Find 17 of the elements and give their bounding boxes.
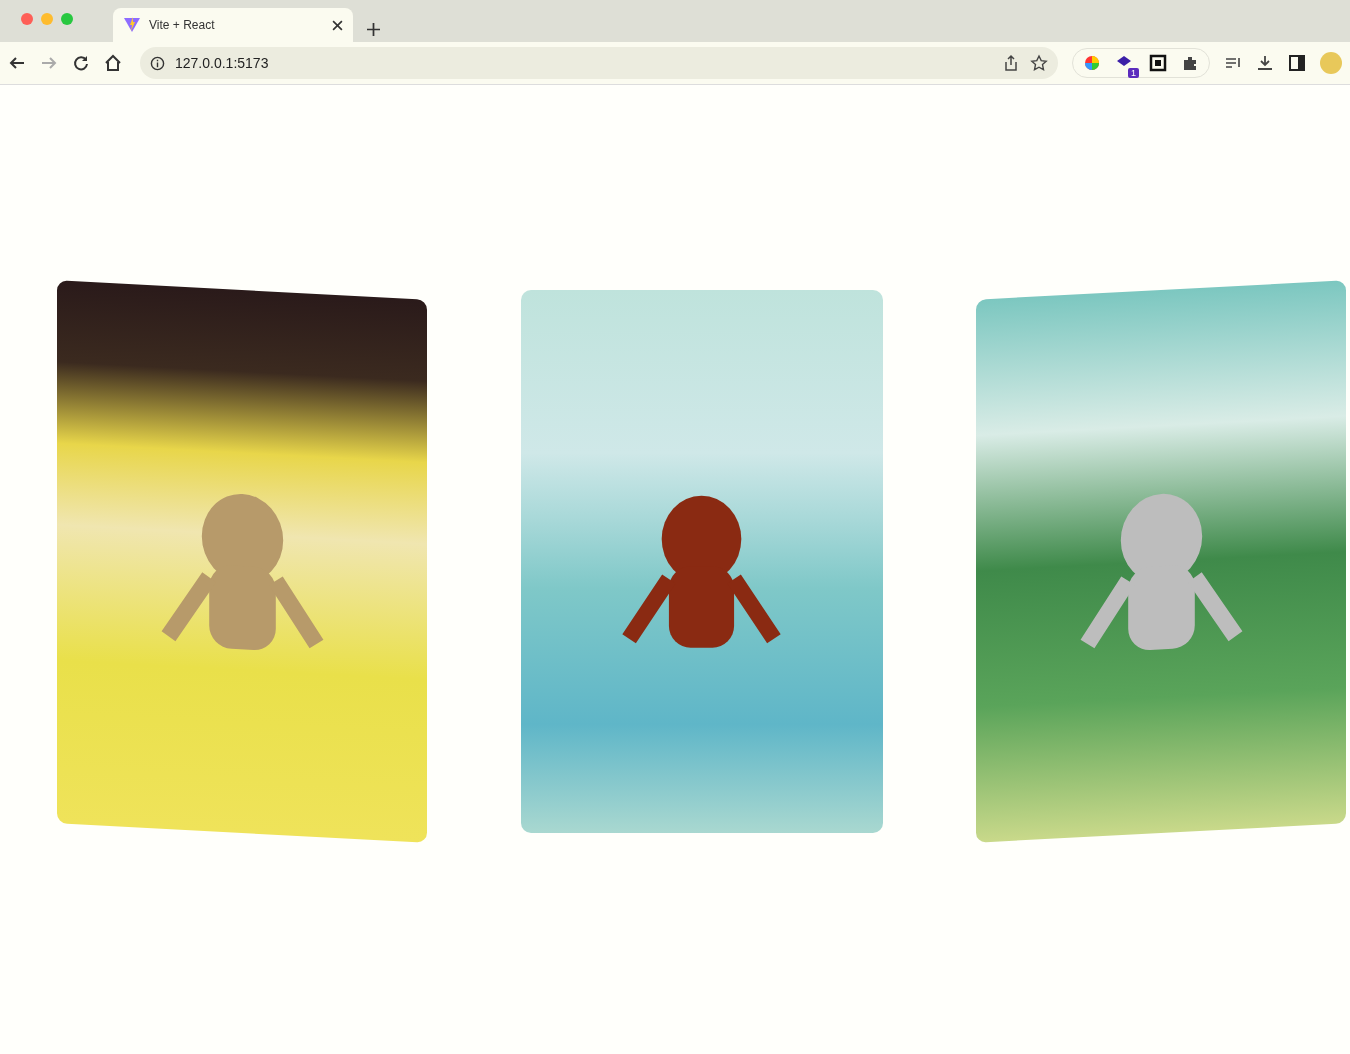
url-text: 127.0.0.1:5173 xyxy=(175,55,270,71)
info-icon xyxy=(150,55,165,71)
close-tab-icon[interactable] xyxy=(332,19,343,31)
logo-icon xyxy=(123,16,141,34)
address-bar[interactable]: 127.0.0.1:5173 xyxy=(140,47,1058,79)
extension-badge: 1 xyxy=(1128,68,1139,78)
reload-icon[interactable] xyxy=(72,54,90,72)
browser-tab[interactable]: Vite + React xyxy=(113,8,353,42)
home-icon[interactable] xyxy=(104,54,122,72)
color-wheel-icon[interactable] xyxy=(1083,54,1101,72)
puzzle-icon[interactable] xyxy=(1181,54,1199,72)
square-icon[interactable] xyxy=(1149,54,1167,72)
share-icon[interactable] xyxy=(1002,54,1020,72)
new-tab-icon[interactable] xyxy=(367,23,380,36)
star-icon[interactable] xyxy=(1030,54,1048,72)
side-panel-icon[interactable] xyxy=(1288,54,1306,72)
download-icon[interactable] xyxy=(1256,54,1274,72)
